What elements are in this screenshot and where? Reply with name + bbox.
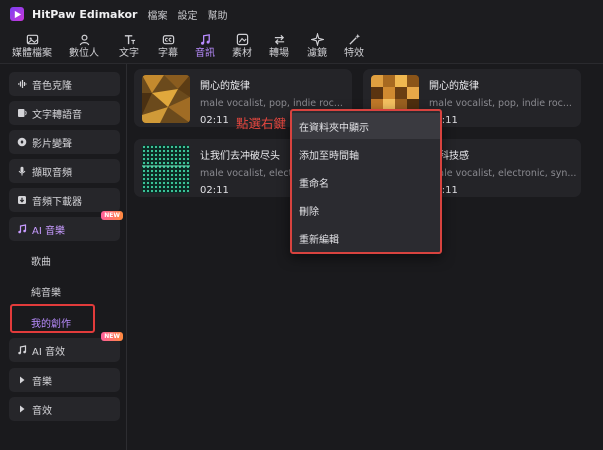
app-logo-icon bbox=[10, 7, 24, 21]
tab-audio[interactable]: 音訊 bbox=[188, 28, 222, 64]
effects-wand-icon bbox=[348, 33, 360, 45]
album-thumbnail bbox=[142, 145, 190, 193]
app-name: HitPaw Edimakor bbox=[32, 7, 138, 21]
new-badge: NEW bbox=[101, 211, 123, 220]
download-icon bbox=[18, 196, 26, 204]
tab-transitions[interactable]: 轉場 bbox=[262, 28, 296, 64]
sidebar-subitem-instrumental[interactable]: 純音樂 bbox=[31, 284, 61, 299]
track-duration: 02:11 bbox=[200, 115, 229, 126]
tab-effects[interactable]: 特效 bbox=[337, 28, 371, 64]
voice-changer-icon bbox=[17, 137, 27, 147]
sidebar-item-audio-downloader[interactable]: 音頻下載器 bbox=[9, 188, 120, 212]
sidebar-item-voice-clone[interactable]: 音色克隆 bbox=[9, 72, 120, 96]
sidebar-item-music[interactable]: 音樂 bbox=[9, 368, 120, 392]
title-bar: HitPaw Edimakor 檔案 設定 幫助 bbox=[0, 0, 603, 28]
caret-right-icon bbox=[20, 405, 25, 413]
context-menu: 在資料夾中顯示 添加至時間軸 重命名 刪除 重新編輯 bbox=[290, 109, 442, 254]
tab-subtitles[interactable]: 字幕 bbox=[151, 28, 185, 64]
track-title: 開心的旋律 bbox=[200, 81, 250, 92]
text-icon bbox=[124, 35, 135, 45]
track-title: 開心的旋律 bbox=[429, 81, 479, 92]
transition-icon bbox=[274, 34, 284, 45]
sidebar-item-extract-audio[interactable]: 擷取音頻 bbox=[9, 159, 120, 183]
menu-item-show-in-folder[interactable]: 在資料夾中顯示 bbox=[292, 113, 440, 139]
sidebar-item-ai-sound-effects[interactable]: AI 音效 NEW bbox=[9, 332, 123, 362]
microphone-icon bbox=[18, 166, 26, 176]
sidebar-item-text-to-speech[interactable]: 文字轉語音 bbox=[9, 101, 120, 125]
track-title: 让我们去冲破尽头 bbox=[200, 151, 280, 162]
menu-item-add-to-timeline[interactable]: 添加至時間軸 bbox=[292, 141, 440, 167]
menu-settings[interactable]: 設定 bbox=[177, 7, 197, 22]
text-to-speech-icon bbox=[18, 109, 27, 117]
tab-text[interactable]: 文字 bbox=[113, 28, 145, 64]
sidebar: 音色克隆 文字轉語音 影片變聲 擷取音頻 音頻下載器 AI 音樂 NEW 歌曲 … bbox=[0, 64, 127, 450]
menu-help[interactable]: 幫助 bbox=[207, 7, 227, 22]
new-badge: NEW bbox=[101, 332, 123, 341]
main-toolbar: 媒體檔案 數位人 文字 字幕 音訊 素材 轉場 濾鏡 特效 bbox=[0, 28, 603, 64]
track-tags: male vocalist, pop, indie roc... bbox=[429, 98, 572, 109]
ai-music-icon bbox=[18, 224, 27, 234]
voice-clone-icon bbox=[18, 80, 27, 88]
menu-file[interactable]: 檔案 bbox=[147, 7, 167, 22]
sidebar-item-sound-effects[interactable]: 音效 bbox=[9, 397, 120, 421]
track-duration: 02:11 bbox=[200, 185, 229, 196]
highlight-annotation-box bbox=[10, 304, 95, 333]
menu-item-re-edit[interactable]: 重新編輯 bbox=[292, 225, 440, 251]
sidebar-item-voice-changer[interactable]: 影片變聲 bbox=[9, 130, 120, 154]
filter-sparkle-icon bbox=[310, 33, 324, 46]
track-tags: male vocalist, electronic, syn... bbox=[429, 168, 577, 179]
menu-item-rename[interactable]: 重命名 bbox=[292, 169, 440, 195]
tab-digital-human[interactable]: 數位人 bbox=[62, 28, 106, 64]
image-icon bbox=[26, 34, 38, 45]
ai-sound-effect-icon bbox=[18, 345, 27, 355]
album-thumbnail bbox=[142, 75, 190, 123]
avatar-person-icon bbox=[79, 34, 89, 46]
sidebar-item-ai-music[interactable]: AI 音樂 NEW bbox=[9, 211, 123, 241]
material-icon bbox=[236, 33, 248, 46]
tab-media[interactable]: 媒體檔案 bbox=[6, 28, 58, 64]
track-tags: male vocalist, electro bbox=[200, 168, 302, 179]
tab-materials[interactable]: 素材 bbox=[225, 28, 259, 64]
menu-item-delete[interactable]: 刪除 bbox=[292, 197, 440, 223]
right-click-annotation: 點選右鍵 bbox=[236, 116, 287, 131]
tab-filters[interactable]: 濾鏡 bbox=[300, 28, 334, 64]
sidebar-subitem-songs[interactable]: 歌曲 bbox=[31, 253, 51, 268]
music-note-icon bbox=[200, 34, 210, 45]
caption-icon bbox=[162, 35, 174, 45]
caret-right-icon bbox=[20, 376, 25, 384]
track-tags: male vocalist, pop, indie roc... bbox=[200, 98, 343, 109]
